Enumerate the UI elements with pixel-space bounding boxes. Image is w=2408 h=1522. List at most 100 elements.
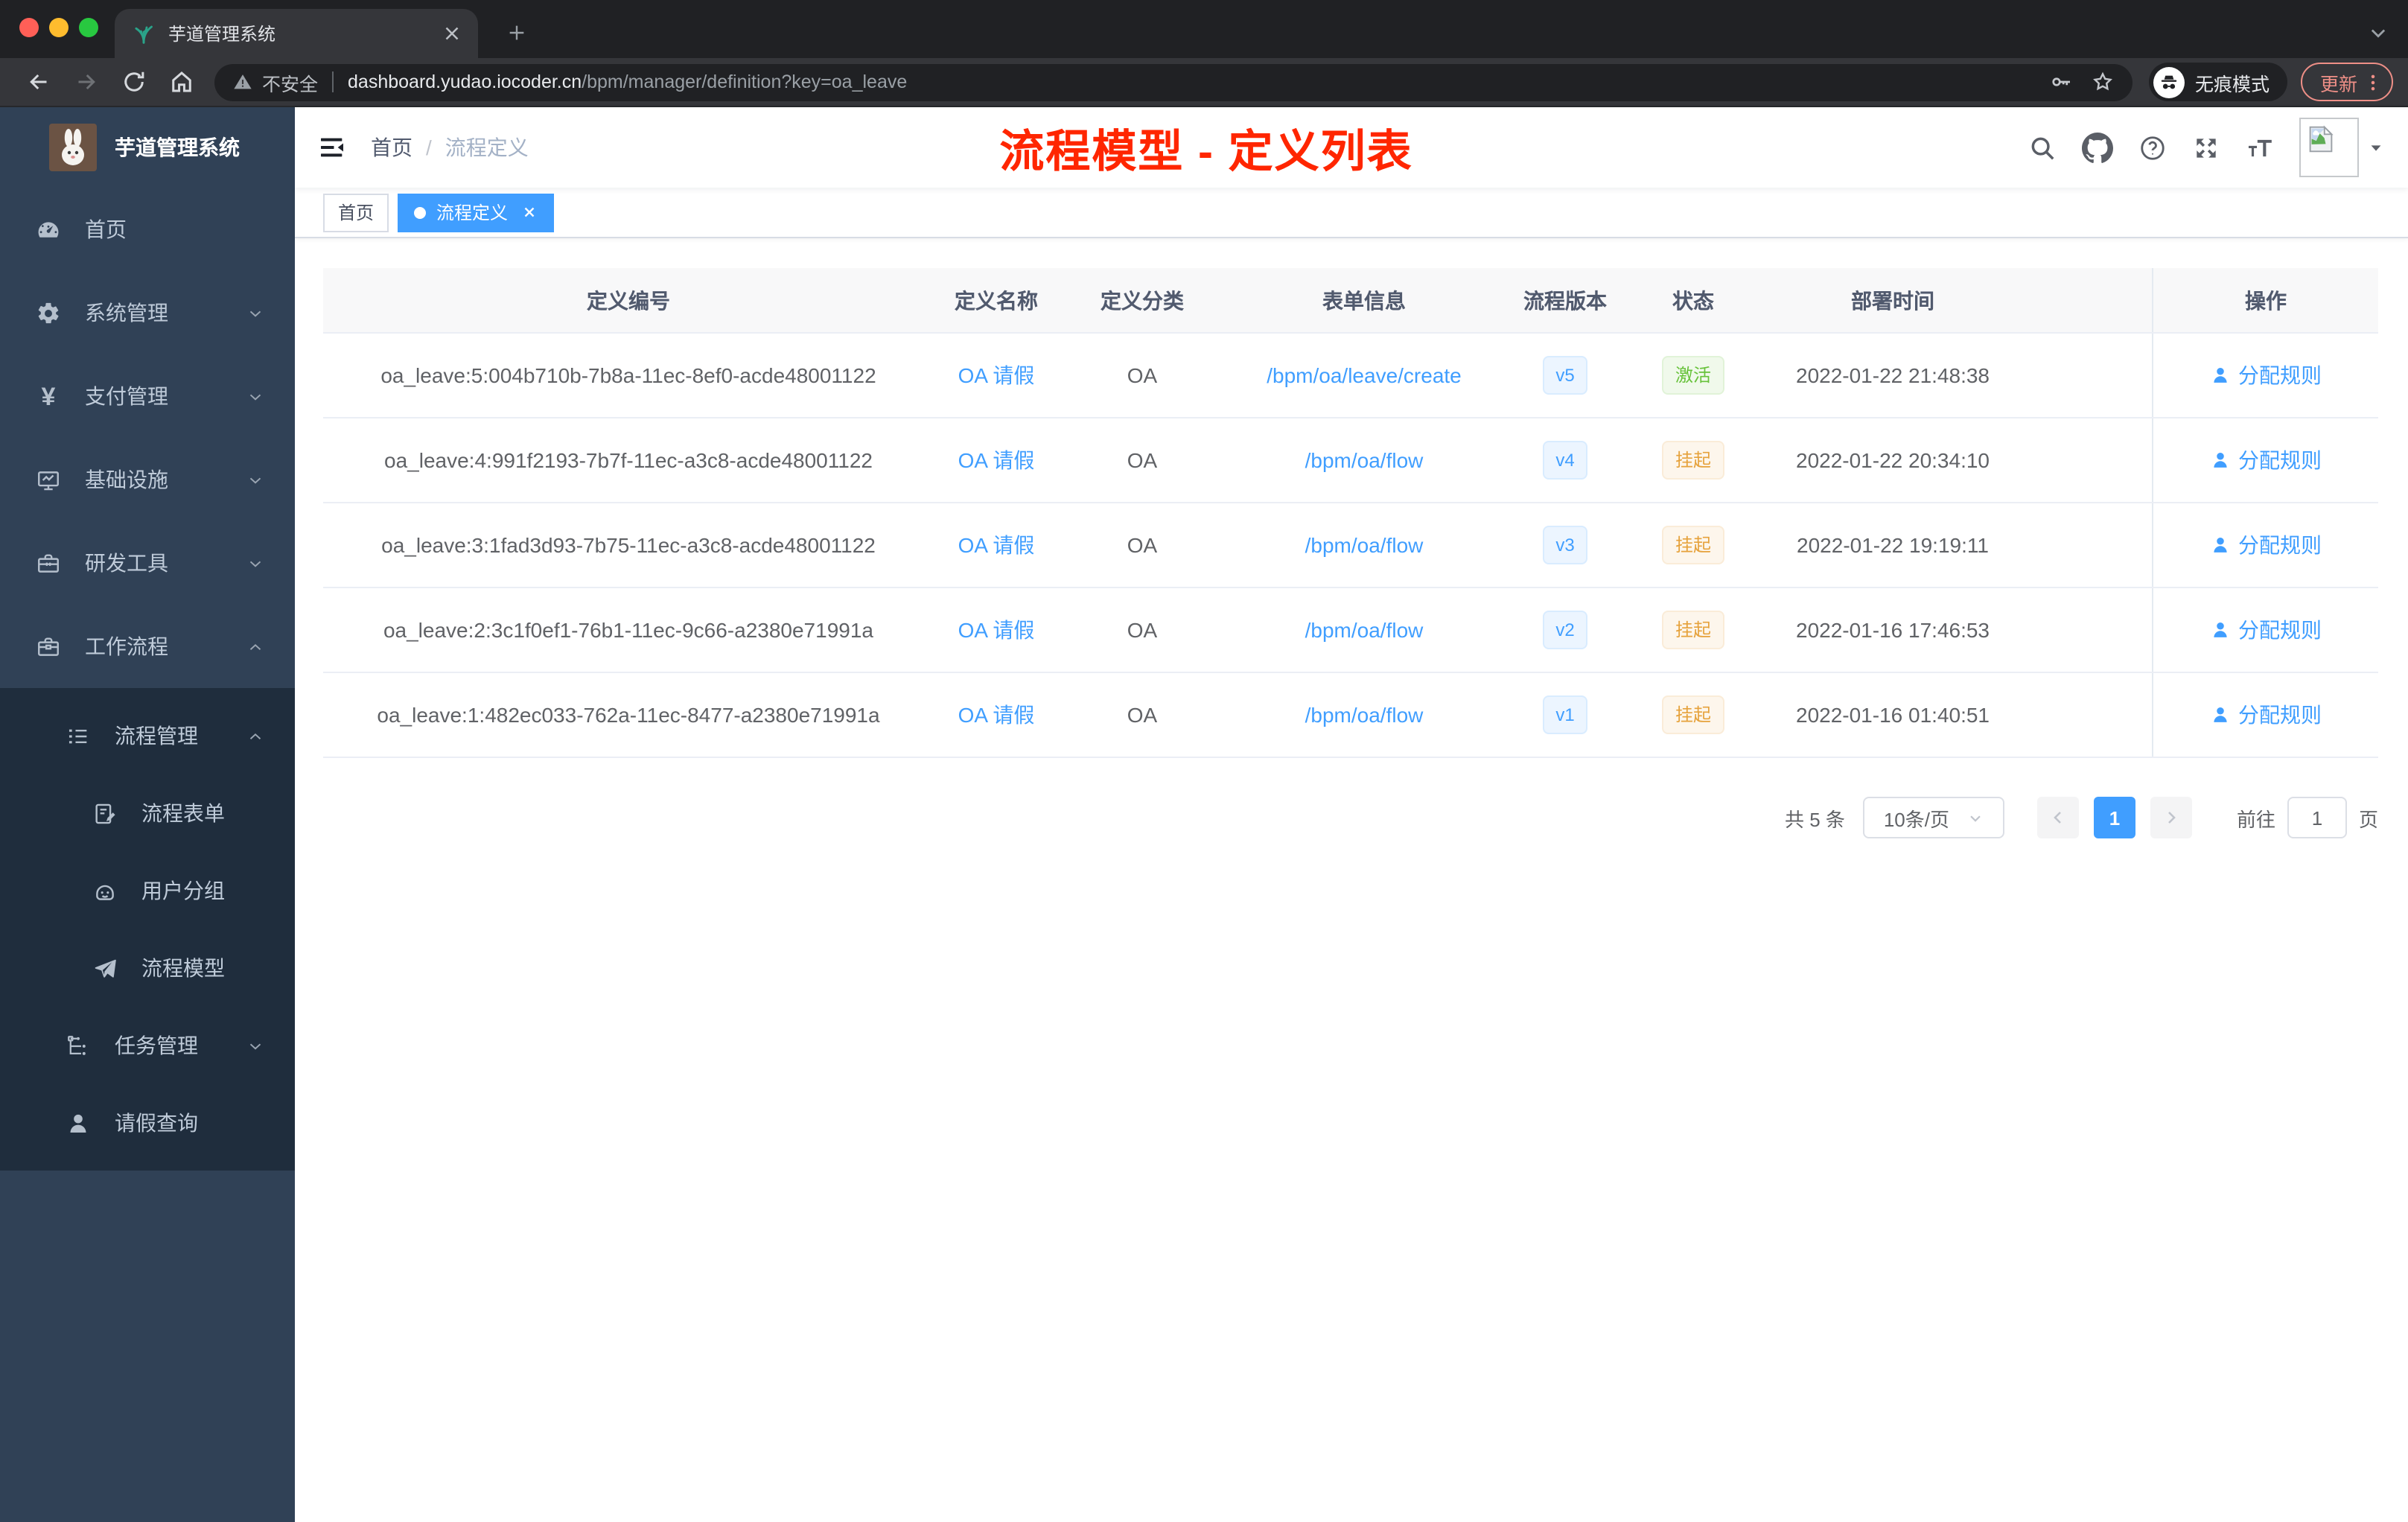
tag-home[interactable]: 首页 (323, 193, 389, 232)
definition-name-link[interactable]: OA 请假 (958, 700, 1035, 730)
page-size-select[interactable]: 10条/页 (1862, 797, 2004, 838)
sidebar: 芋道管理系统 首页 系统管理 ¥ 支付管理基础设施 研发工具 工作流程流程管理 流程表单 用户… (0, 107, 295, 1522)
sidebar-item-leave-query[interactable]: 请假查询 (0, 1084, 295, 1162)
avatar-caret-icon[interactable] (2368, 139, 2384, 156)
cell-form-info: /bpm/oa/leave/create (1226, 334, 1503, 417)
key-icon[interactable] (2049, 70, 2073, 94)
back-icon[interactable] (25, 69, 52, 95)
column-header: 部署时间 (1851, 288, 1934, 312)
breadcrumb-home[interactable]: 首页 (371, 133, 413, 162)
cell-version: v3 (1503, 503, 1628, 587)
cell-definition-id: oa_leave:4:991f2193-7b7f-11ec-a3c8-acde4… (384, 448, 873, 472)
sidebar-item-label: 流程模型 (141, 956, 225, 980)
sidebar-item-process-form[interactable]: 流程表单 (0, 774, 295, 852)
sidebar-item-workflow[interactable]: 工作流程 (0, 605, 295, 688)
warning-icon[interactable] (232, 71, 253, 92)
search-icon[interactable] (2028, 133, 2057, 162)
next-page-button[interactable] (2150, 797, 2192, 838)
assign-rule-link[interactable]: 分配规则 (2210, 615, 2322, 645)
divider (331, 71, 334, 92)
hamburger-icon[interactable] (317, 133, 347, 162)
address-bar[interactable]: 不安全 dashboard.yudao.iocoder.cn/bpm/manag… (214, 63, 2133, 101)
cell-category: OA (1127, 448, 1158, 472)
sidebar-item-home[interactable]: 首页 (0, 188, 295, 271)
cell-definition-name: OA 请假 (934, 334, 1059, 417)
dashboard-icon (36, 217, 61, 242)
sidebar-logo[interactable]: 芋道管理系统 (0, 107, 295, 188)
sidebar-item-process-mgmt[interactable]: 流程管理 (0, 697, 295, 774)
sidebar-item-label: 支付管理 (85, 384, 168, 408)
cell-definition-name: OA 请假 (934, 503, 1059, 587)
reload-icon[interactable] (121, 69, 147, 95)
cell-deploy-time: 2022-01-22 19:19:11 (1797, 533, 1989, 557)
avatar[interactable] (2299, 118, 2359, 177)
help-icon[interactable] (2138, 133, 2167, 162)
paper-plane-icon (92, 955, 118, 981)
column-header: 定义编号 (587, 288, 670, 312)
assign-rule-link[interactable]: 分配规则 (2210, 360, 2322, 390)
sidebar-item-user-group[interactable]: 用户分组 (0, 852, 295, 929)
forward-icon[interactable] (73, 69, 100, 95)
cell-actions: 分配规则 (2152, 588, 2378, 672)
definition-name-link[interactable]: OA 请假 (958, 615, 1035, 645)
security-label[interactable]: 不安全 (262, 68, 318, 96)
cell-status: 激活 (1628, 334, 1759, 417)
sidebar-menu: 首页 系统管理 ¥ 支付管理基础设施 研发工具 工作流程流程管理 流程表单 用户分组流程模型任… (0, 188, 295, 1171)
goto-page-input[interactable] (2287, 797, 2347, 838)
prev-page-button[interactable] (2036, 797, 2079, 838)
cell-definition-name: OA 请假 (934, 418, 1059, 502)
pagination-total: 共 5 条 (1785, 808, 1845, 830)
sidebar-item-system[interactable]: 系统管理 (0, 271, 295, 354)
close-window-button[interactable] (19, 18, 39, 37)
browser-tab[interactable]: 芋道管理系统 (115, 9, 478, 58)
monitor-icon (36, 467, 61, 492)
form-edit-icon (92, 800, 118, 826)
bookmark-star-icon[interactable] (2091, 70, 2115, 94)
new-tab-button[interactable] (500, 16, 533, 49)
home-icon[interactable] (168, 69, 195, 95)
assign-rule-link[interactable]: 分配规则 (2210, 530, 2322, 560)
assign-rule-link[interactable]: 分配规则 (2210, 700, 2322, 730)
github-icon[interactable] (2082, 132, 2113, 163)
cell-definition-id: oa_leave:5:004b710b-7b8a-11ec-8ef0-acde4… (380, 363, 876, 387)
tag-process-definition[interactable]: 流程定义 (398, 193, 555, 232)
zoom-window-button[interactable] (79, 18, 98, 37)
update-button[interactable]: 更新 (2300, 63, 2393, 101)
tab-search-chevron-icon[interactable] (2368, 22, 2389, 43)
tag-close-icon[interactable] (521, 204, 538, 220)
chevron-up-icon (246, 726, 265, 745)
tab-close-icon[interactable] (441, 22, 463, 45)
yen-icon: ¥ (41, 382, 56, 410)
window-controls[interactable] (19, 18, 98, 37)
goto-label: 前往 (2236, 808, 2275, 830)
chevron-down-icon (246, 1036, 265, 1055)
definition-name-link[interactable]: OA 请假 (958, 530, 1035, 560)
definition-name-link[interactable]: OA 请假 (958, 360, 1035, 390)
browser-menu-icon[interactable] (2362, 71, 2384, 93)
chevron-down-icon (246, 553, 265, 573)
form-link[interactable]: /bpm/oa/flow (1305, 618, 1424, 642)
cell-filler (2027, 334, 2152, 417)
font-size-icon[interactable] (2246, 133, 2274, 162)
form-link[interactable]: /bpm/oa/flow (1305, 703, 1424, 727)
definition-name-link[interactable]: OA 请假 (958, 445, 1035, 475)
form-link[interactable]: /bpm/oa/flow (1305, 533, 1424, 557)
form-link[interactable]: /bpm/oa/flow (1305, 448, 1424, 472)
robot-face-icon (92, 878, 118, 903)
cell-version: v5 (1503, 334, 1628, 417)
fullscreen-icon[interactable] (2192, 133, 2220, 162)
form-link[interactable]: /bpm/oa/leave/create (1267, 363, 1462, 387)
minimize-window-button[interactable] (49, 18, 69, 37)
sidebar-item-process-model[interactable]: 流程模型 (0, 929, 295, 1007)
current-page-button[interactable]: 1 (2093, 797, 2135, 838)
sidebar-item-payment[interactable]: ¥ 支付管理 (0, 354, 295, 438)
cell-filler (2027, 503, 2152, 587)
status-badge: 挂起 (1661, 441, 1724, 480)
version-badge: v1 (1542, 695, 1588, 734)
breadcrumb: 首页 / 流程定义 (371, 133, 529, 162)
sidebar-item-task-mgmt[interactable]: 任务管理 (0, 1007, 295, 1084)
sidebar-item-infra[interactable]: 基础设施 (0, 438, 295, 521)
sidebar-item-devtools[interactable]: 研发工具 (0, 521, 295, 605)
assign-rule-link[interactable]: 分配规则 (2210, 445, 2322, 475)
screen: 芋道管理系统 不安全 dashboard.yudao.iocoder.cn/bp… (0, 0, 2408, 1522)
